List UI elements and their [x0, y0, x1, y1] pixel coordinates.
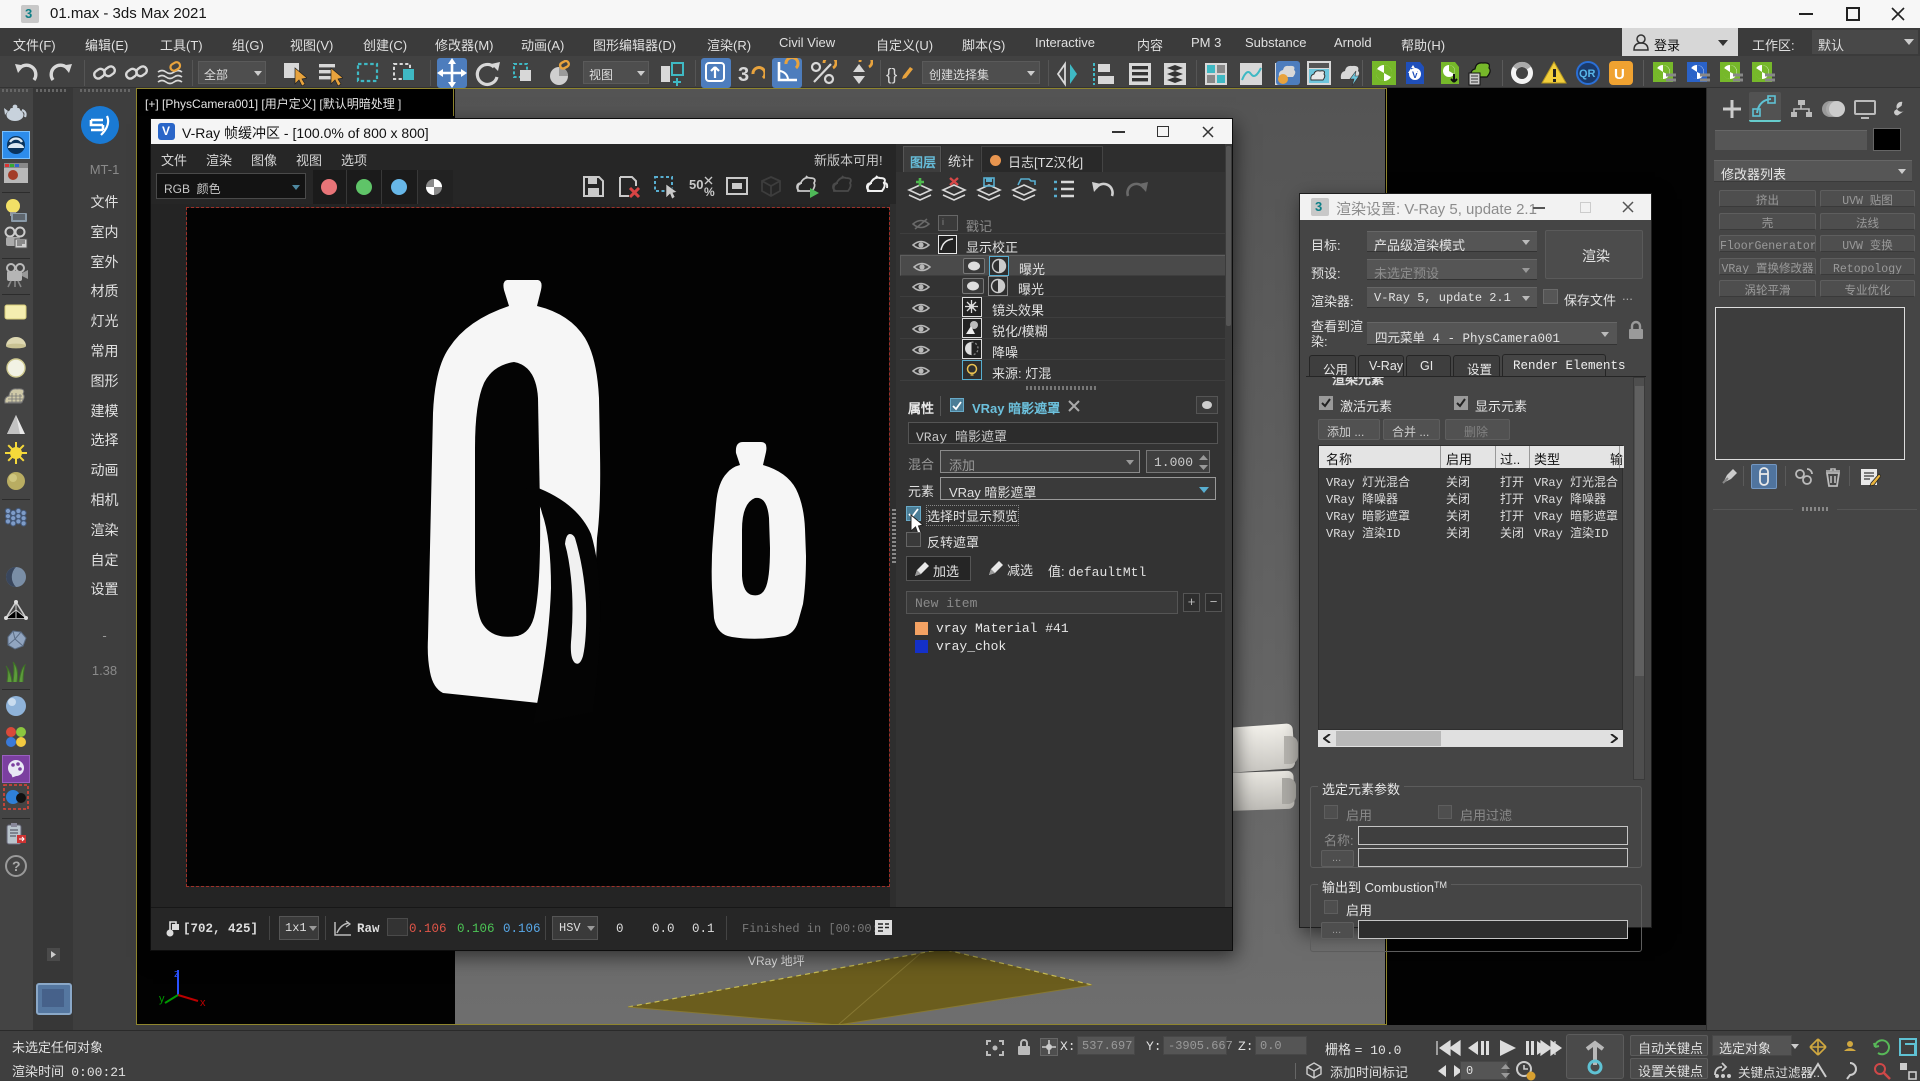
svg-text:%: % [704, 185, 715, 199]
svg-text:?: ? [12, 858, 21, 874]
svg-text:{}: {} [886, 65, 898, 84]
svg-text:QR: QR [1579, 68, 1596, 80]
svg-text:3: 3 [738, 64, 749, 86]
svg-text:50: 50 [689, 177, 703, 192]
svg-text:z: z [174, 968, 180, 980]
svg-text:U: U [1614, 66, 1625, 83]
svg-text:x: x [200, 997, 206, 1009]
svg-text:y: y [159, 993, 165, 1005]
